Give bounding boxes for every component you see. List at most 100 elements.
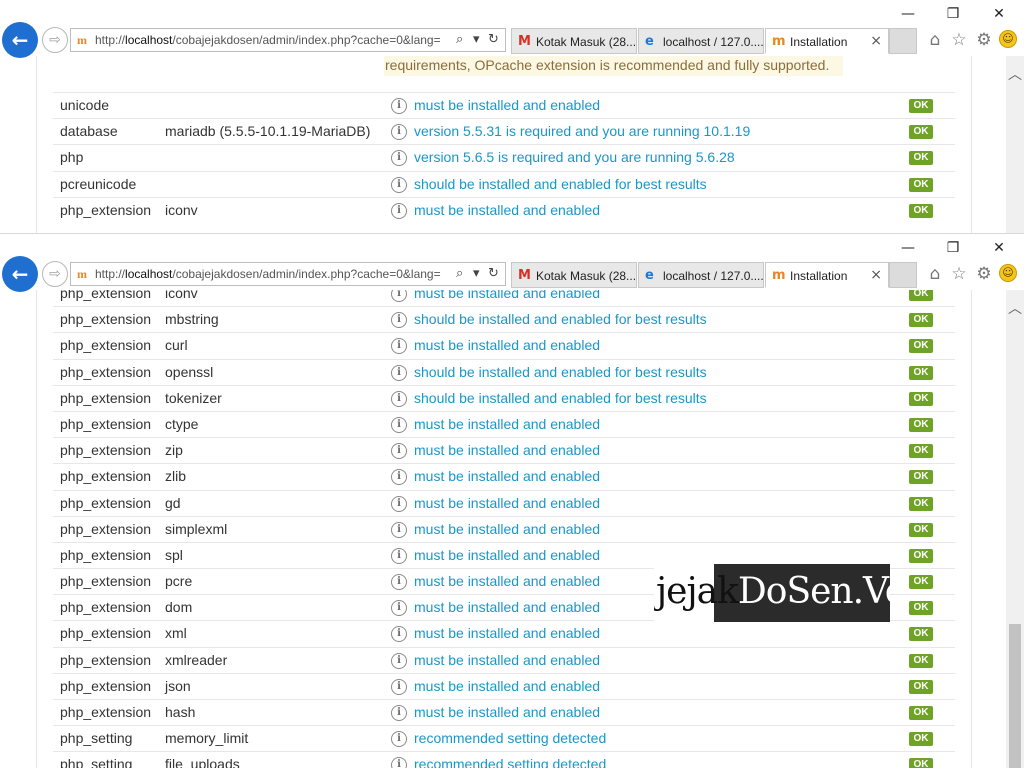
- new-tab-button[interactable]: [889, 262, 917, 288]
- info-icon[interactable]: i: [391, 150, 407, 167]
- home-icon[interactable]: ⌂: [924, 30, 946, 50]
- tab-installation[interactable]: m Installation ×: [765, 28, 889, 54]
- requirement-name: pcreunicode: [60, 175, 137, 192]
- requirement-name: php_extension: [60, 290, 152, 301]
- info-icon[interactable]: i: [391, 600, 407, 617]
- refresh-icon[interactable]: ↻: [488, 32, 499, 47]
- status-badge: OK: [909, 391, 933, 406]
- requirement-name: php_extension: [60, 363, 152, 380]
- forward-button[interactable]: ⇨: [42, 261, 68, 287]
- requirement-value: spl: [165, 546, 183, 563]
- close-tab-icon[interactable]: ×: [870, 267, 882, 283]
- tab-gmail[interactable]: M Kotak Masuk (28...: [511, 28, 637, 54]
- info-icon[interactable]: i: [391, 124, 407, 141]
- table-row: php_extension json i must be installed and …: [53, 672, 955, 699]
- info-icon[interactable]: i: [391, 469, 407, 486]
- info-icon[interactable]: i: [391, 547, 407, 564]
- info-icon[interactable]: i: [391, 390, 407, 407]
- address-bar[interactable]: m http://localhost/cobajejakdosen/admin/…: [70, 262, 506, 286]
- info-icon[interactable]: i: [391, 521, 407, 538]
- gmail-icon: M: [518, 34, 531, 49]
- requirement-status: should be installed and enabled for best…: [414, 311, 707, 328]
- close-window-button[interactable]: ✕: [985, 238, 1013, 258]
- status-badge: OK: [909, 522, 933, 537]
- info-icon[interactable]: i: [391, 574, 407, 591]
- feedback-smiley-icon[interactable]: ☺: [999, 30, 1017, 48]
- info-icon[interactable]: i: [391, 678, 407, 695]
- info-icon[interactable]: i: [391, 290, 407, 302]
- minimize-button[interactable]: —: [894, 238, 922, 258]
- scrollbar-thumb[interactable]: [1009, 624, 1021, 768]
- browser-window-top: — ❐ ✕ ← ⇨ m http://localhost/cobajejakdo…: [0, 0, 1024, 233]
- favorites-star-icon[interactable]: ☆: [948, 264, 970, 284]
- requirement-value: iconv: [165, 290, 198, 301]
- table-row: unicode i must be installed and enabled OK: [53, 92, 955, 118]
- info-icon[interactable]: i: [391, 364, 407, 381]
- favorites-star-icon[interactable]: ☆: [948, 30, 970, 50]
- requirement-status: must be installed and enabled: [414, 415, 601, 432]
- requirement-status: must be installed and enabled: [414, 494, 601, 511]
- info-icon[interactable]: i: [391, 705, 407, 721]
- search-icon[interactable]: ⌕: [456, 32, 463, 47]
- info-icon[interactable]: i: [391, 338, 407, 355]
- info-icon[interactable]: i: [391, 98, 407, 114]
- tab-gmail[interactable]: M Kotak Masuk (28...: [511, 262, 637, 288]
- address-bar[interactable]: m http://localhost/cobajejakdosen/admin/…: [70, 28, 506, 52]
- back-button[interactable]: ←: [2, 256, 38, 292]
- close-window-button[interactable]: ✕: [985, 4, 1013, 24]
- requirement-status: recommended setting detected: [414, 756, 607, 768]
- requirement-status: must be installed and enabled: [414, 599, 601, 616]
- info-icon[interactable]: i: [391, 757, 407, 768]
- refresh-icon[interactable]: ↻: [488, 266, 499, 281]
- info-icon[interactable]: i: [391, 626, 407, 643]
- settings-gear-icon[interactable]: ⚙: [973, 30, 995, 50]
- status-badge: OK: [909, 732, 933, 747]
- requirement-value: simplexml: [165, 520, 228, 537]
- requirement-value: gd: [165, 494, 181, 511]
- feedback-smiley-icon[interactable]: ☺: [999, 264, 1017, 282]
- tab-installation[interactable]: m Installation ×: [765, 262, 889, 288]
- opcache-notice: requirements, OPcache extension is recom…: [384, 56, 843, 76]
- requirement-status: must be installed and enabled: [414, 677, 601, 694]
- info-icon[interactable]: i: [391, 202, 407, 219]
- back-button[interactable]: ←: [2, 22, 38, 58]
- search-icon[interactable]: ⌕: [456, 266, 463, 281]
- status-badge: OK: [909, 601, 933, 616]
- address-url[interactable]: http://localhost/cobajejakdosen/admin/in…: [95, 33, 451, 47]
- minimize-button[interactable]: —: [894, 4, 922, 24]
- watermark-logo: jejakDoSen.Vol!!: [654, 564, 890, 622]
- requirement-name: database: [60, 123, 118, 140]
- requirement-value: xmlreader: [165, 651, 228, 668]
- table-row: php_extension gd i must be installed and en…: [53, 489, 955, 516]
- info-icon[interactable]: i: [391, 176, 407, 193]
- info-icon[interactable]: i: [391, 443, 407, 460]
- scroll-up-arrow-icon[interactable]: ︿: [1008, 298, 1022, 318]
- maximize-button[interactable]: ❐: [939, 238, 967, 258]
- table-row: php_extension zip i must be installed and e…: [53, 437, 955, 463]
- scroll-up-arrow-icon[interactable]: ︿: [1008, 64, 1022, 84]
- close-tab-icon[interactable]: ×: [870, 33, 882, 49]
- info-icon[interactable]: i: [391, 652, 407, 669]
- vertical-scrollbar[interactable]: ︿: [1006, 290, 1024, 768]
- forward-button[interactable]: ⇨: [42, 27, 68, 53]
- info-icon[interactable]: i: [391, 495, 407, 512]
- status-badge: OK: [909, 548, 933, 563]
- dropdown-icon[interactable]: ▾: [473, 266, 480, 281]
- info-icon[interactable]: i: [391, 416, 407, 433]
- maximize-button[interactable]: ❐: [939, 4, 967, 24]
- tab-localhost[interactable]: e localhost / 127.0....: [638, 262, 764, 288]
- info-icon[interactable]: i: [391, 312, 407, 329]
- status-badge: OK: [909, 575, 933, 590]
- status-badge: OK: [909, 706, 933, 720]
- new-tab-button[interactable]: [889, 28, 917, 54]
- tab-localhost[interactable]: e localhost / 127.0....: [638, 28, 764, 54]
- vertical-scrollbar[interactable]: ︿: [1006, 56, 1024, 233]
- requirement-status: recommended setting detected: [414, 730, 607, 747]
- address-url[interactable]: http://localhost/cobajejakdosen/admin/in…: [95, 267, 451, 281]
- dropdown-icon[interactable]: ▾: [473, 32, 480, 47]
- settings-gear-icon[interactable]: ⚙: [973, 264, 995, 284]
- table-row: php_extension openssl i should be installed…: [53, 358, 955, 385]
- status-badge: OK: [909, 470, 933, 485]
- home-icon[interactable]: ⌂: [924, 264, 946, 284]
- info-icon[interactable]: i: [391, 731, 407, 748]
